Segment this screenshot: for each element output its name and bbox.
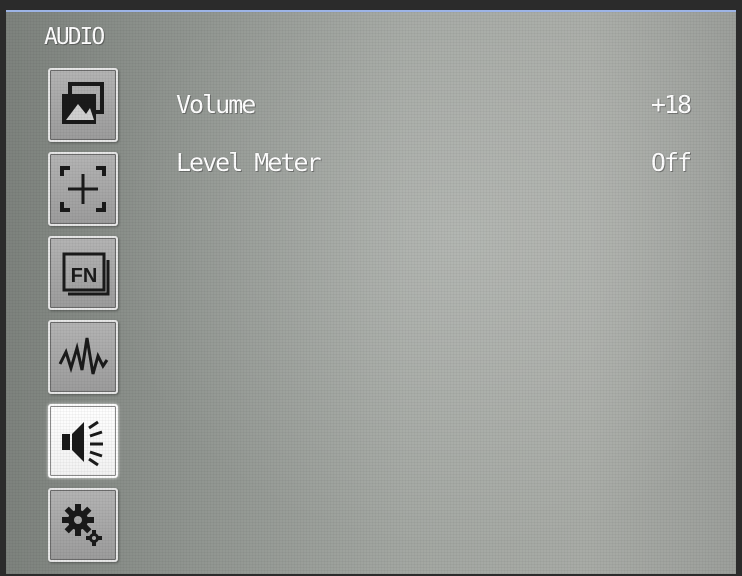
osd-screen: AUDIO FN Volume +18 Level Meter Off bbox=[6, 10, 736, 574]
tab-audio[interactable] bbox=[48, 404, 118, 478]
svg-text:FN: FN bbox=[71, 265, 98, 287]
fn-icon: FN bbox=[62, 252, 110, 296]
tab-marker[interactable] bbox=[48, 152, 118, 226]
picture-icon bbox=[62, 82, 104, 124]
tab-fn[interactable]: FN bbox=[48, 236, 118, 310]
setting-row-volume[interactable]: Volume +18 bbox=[176, 90, 692, 124]
waveform-icon bbox=[58, 337, 109, 375]
tab-picture[interactable] bbox=[48, 68, 118, 142]
speaker-icon bbox=[62, 420, 103, 467]
menu-title: AUDIO bbox=[44, 24, 105, 50]
setting-row-level-meter[interactable]: Level Meter Off bbox=[176, 148, 692, 182]
gear-icon bbox=[62, 504, 102, 546]
level-meter-label: Level Meter bbox=[176, 148, 322, 177]
volume-label: Volume bbox=[176, 90, 256, 119]
level-meter-value[interactable]: Off bbox=[651, 148, 692, 177]
marker-icon bbox=[60, 166, 106, 212]
tab-waveform[interactable] bbox=[48, 320, 118, 394]
tab-settings[interactable] bbox=[48, 488, 118, 562]
volume-value[interactable]: +18 bbox=[651, 90, 692, 119]
